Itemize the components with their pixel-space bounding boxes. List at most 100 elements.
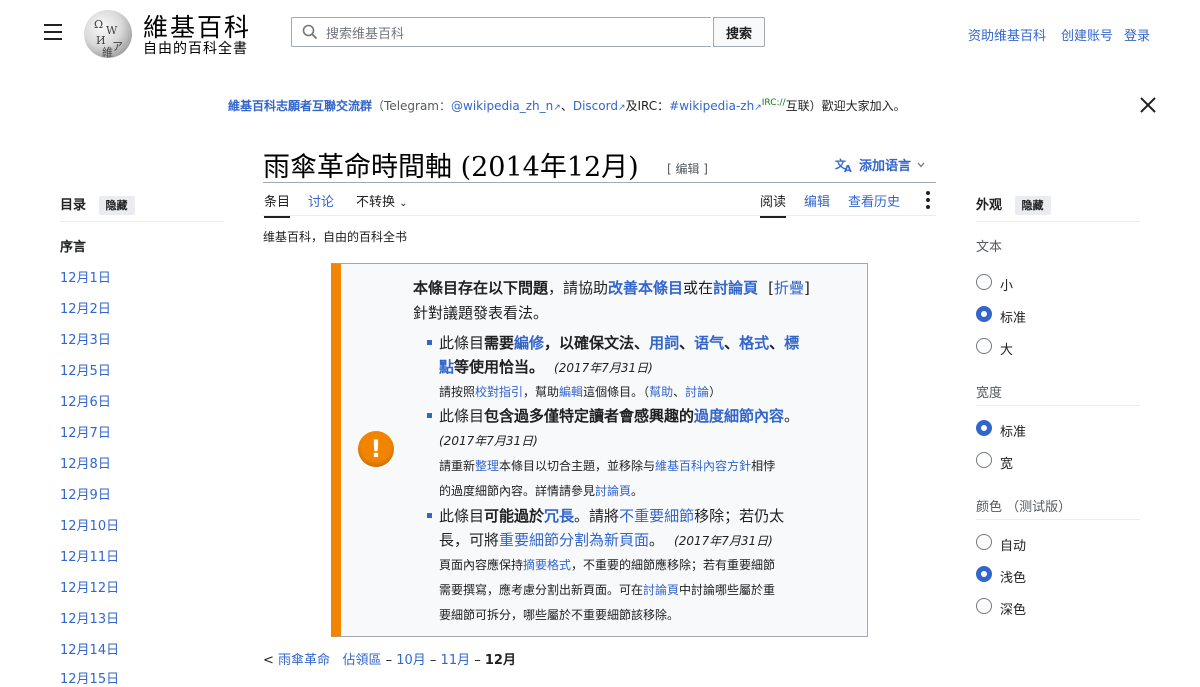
issue-too-long-line2: 長，可將重要細節分割為新頁面。 (2017年7月31日): [439, 531, 773, 549]
edit-link[interactable]: 編輯: [559, 385, 583, 399]
punctuation-link[interactable]: 點: [439, 358, 454, 376]
help-link[interactable]: 幫助: [649, 385, 673, 399]
search-button[interactable]: 搜索: [713, 17, 765, 47]
discuss-link[interactable]: 討論: [685, 385, 709, 399]
tab-history[interactable]: 查看历史: [848, 191, 900, 210]
unimportant-detail-link[interactable]: 不重要細節: [619, 507, 694, 525]
title-divider: [263, 182, 936, 183]
toc-item[interactable]: 12月3日: [60, 329, 111, 348]
telegram-link[interactable]: @wikipedia_zh_n: [451, 99, 553, 113]
appearance-hide-button[interactable]: 隐藏: [1014, 196, 1051, 215]
toc-item[interactable]: 12月13日: [60, 608, 119, 627]
talk-page-link[interactable]: 討論頁: [713, 279, 758, 297]
issue-too-detailed-note: 請重新整理本條目以切合主題，並移除与維基百科內容方針相悖: [439, 459, 776, 473]
wikipedia-logo[interactable]: Ω W И ア 維: [84, 10, 132, 59]
add-language-label: 添加语言: [859, 159, 912, 174]
page-title: 雨傘革命時間軸 (2014年12月): [263, 152, 639, 183]
color-radio-auto[interactable]: [976, 534, 992, 550]
bullet-icon: [427, 340, 432, 345]
series-link[interactable]: 佔領區: [342, 653, 381, 668]
banner-text: 及IRC：: [625, 99, 670, 113]
split-page-link[interactable]: 重要細節分割為新頁面: [499, 531, 649, 549]
width-radio-wide[interactable]: [976, 452, 992, 468]
toc-item[interactable]: 12月1日: [60, 267, 111, 286]
radio-label: 浅色: [1000, 571, 1027, 586]
discord-link[interactable]: Discord: [573, 99, 618, 113]
search-input[interactable]: 搜索维基百科: [291, 17, 711, 47]
logo-letter: W: [106, 24, 118, 37]
donate-link[interactable]: 资助维基百科: [968, 25, 1046, 44]
chevron-down-icon: [917, 162, 925, 167]
issue-too-long-note-line2: 需要撰寫，應考慮分割出新頁面。可在討論頁中討論哪些屬於重: [439, 583, 776, 597]
appearance-divider: [976, 221, 1140, 222]
site-subtitle: 维基百科，自由的百科全书: [263, 230, 408, 244]
toc-item[interactable]: 12月11日: [60, 546, 119, 565]
toc-item[interactable]: 12月5日: [60, 360, 111, 379]
series-link[interactable]: 11月: [441, 653, 471, 668]
toc-item[interactable]: 12月15日: [60, 668, 119, 687]
irc-label: IRC://: [761, 98, 786, 108]
toc-hide-button[interactable]: 隐藏: [98, 196, 135, 215]
toc-item[interactable]: 12月2日: [60, 298, 111, 317]
tab-talk[interactable]: 讨论: [308, 191, 334, 210]
volunteer-group-link[interactable]: 維基百科志願者互聯交流群: [228, 99, 372, 113]
talk-page-link[interactable]: 討論頁: [595, 484, 631, 498]
variant-dropdown[interactable]: 不转换 ⌄: [356, 191, 408, 210]
create-account-link[interactable]: 创建账号: [1061, 25, 1113, 44]
tab-edit[interactable]: 编辑: [804, 191, 830, 210]
radio-label: 标准: [1000, 311, 1027, 326]
width-radio-standard[interactable]: [976, 420, 992, 436]
tidy-link[interactable]: 整理: [475, 459, 499, 473]
current-month: 12月: [484, 653, 516, 668]
proofreading-guide-link[interactable]: 校對指引: [475, 385, 523, 399]
more-tools-icon[interactable]: [926, 191, 930, 212]
banner-text: （Telegram：: [372, 99, 452, 113]
banner-text: 互联）歡迎大家加入。: [785, 99, 906, 113]
external-link-icon: ↗: [553, 103, 561, 113]
issue-date: (2017年7月31日): [439, 434, 538, 448]
site-tagline: 自由的百科全書: [143, 41, 248, 57]
improve-article-link[interactable]: 改善本條目: [608, 279, 683, 297]
main-menu-button[interactable]: [44, 24, 62, 40]
excessive-detail-link[interactable]: 過度細節內容: [694, 407, 784, 425]
color-radio-dark[interactable]: [976, 598, 992, 614]
toc-item-intro[interactable]: 序言: [60, 236, 86, 255]
close-icon[interactable]: [1139, 96, 1157, 114]
format-link[interactable]: 格式: [739, 334, 769, 352]
radio-label: 大: [1000, 343, 1014, 358]
toc-title: 目录: [60, 198, 87, 213]
svg-text:A: A: [844, 164, 852, 173]
color-radio-light[interactable]: [976, 566, 992, 582]
text-size-radio-standard[interactable]: [976, 306, 992, 322]
edit-section-link[interactable]: [ 编辑 ]: [667, 160, 708, 177]
text-size-radio-small[interactable]: [976, 274, 992, 290]
toc-item[interactable]: 12月6日: [60, 391, 111, 410]
tone-link[interactable]: 语气: [694, 334, 724, 352]
search-placeholder: 搜索维基百科: [326, 26, 405, 42]
content-policy-link[interactable]: 維基百科內容方針: [655, 459, 751, 473]
radio-label: 深色: [1000, 603, 1027, 618]
too-long-link[interactable]: 冗長: [544, 507, 574, 525]
issue-too-long-note-line3: 要細節可拆分，哪些屬於不重要細節該移除。: [439, 608, 680, 622]
text-size-radio-large[interactable]: [976, 338, 992, 354]
toc-item[interactable]: 12月9日: [60, 484, 111, 503]
irc-link[interactable]: #wikipedia-zh: [669, 99, 754, 113]
collapse-link[interactable]: 折疊: [774, 279, 804, 297]
tab-read[interactable]: 阅读: [760, 191, 787, 218]
bullet-icon: [427, 513, 432, 518]
series-link[interactable]: 10月: [396, 653, 426, 668]
tab-article[interactable]: 条目: [264, 191, 291, 218]
toc-item[interactable]: 12月14日: [60, 639, 119, 658]
toc-item[interactable]: 12月10日: [60, 515, 119, 534]
copyedit-link[interactable]: 編修: [514, 334, 544, 352]
series-link[interactable]: 雨傘革命: [278, 653, 330, 668]
wording-link[interactable]: 用詞: [649, 334, 679, 352]
punctuation-link[interactable]: 標: [784, 334, 799, 352]
toc-item[interactable]: 12月7日: [60, 422, 111, 441]
talk-page-link[interactable]: 討論頁: [643, 583, 679, 597]
add-language-button[interactable]: 文A 添加语言: [835, 155, 925, 174]
login-link[interactable]: 登录: [1124, 25, 1150, 44]
toc-item[interactable]: 12月8日: [60, 453, 111, 472]
toc-item[interactable]: 12月12日: [60, 577, 119, 596]
summary-style-link[interactable]: 摘要格式: [523, 558, 571, 572]
